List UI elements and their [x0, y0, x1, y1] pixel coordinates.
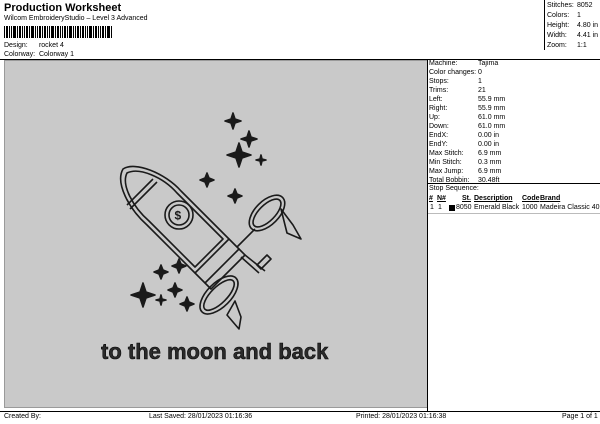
- col-header-code: Code: [522, 195, 540, 202]
- design-value: rocket 4: [38, 42, 64, 49]
- property-value: 0.00 in: [478, 132, 500, 139]
- property-value: 6.9 mm: [478, 168, 502, 175]
- svg-text:$: $: [175, 209, 182, 223]
- property-value: 61.0 mm: [478, 123, 506, 130]
- colorway-value: Colorway 1: [38, 51, 74, 58]
- property-value: 0.00 in: [478, 141, 500, 148]
- colorway-label: Colorway:: [4, 51, 36, 58]
- property-value: 6.9 mm: [478, 150, 502, 157]
- property-value: 1: [478, 78, 482, 85]
- col-header-num: #: [429, 195, 433, 202]
- created-by: Created By:: [4, 413, 41, 420]
- col-header-brand: Brand: [540, 195, 561, 202]
- property-label: Min Stitch:: [429, 159, 462, 166]
- col-header-n: N#: [437, 195, 446, 202]
- property-label: Color changes:: [429, 69, 477, 76]
- property-label: Trims:: [429, 87, 449, 94]
- property-label: Machine:: [429, 60, 458, 67]
- colorway-row: Colorway: Colorway 1: [4, 51, 74, 58]
- barcode-icon: [4, 26, 112, 38]
- row-num: 1: [430, 204, 434, 211]
- design-preview: $ to the moon and back: [4, 60, 428, 408]
- stop-sequence-heading: Stop Sequence:: [429, 185, 479, 192]
- row-code: 1000: [522, 204, 538, 211]
- property-label: Up:: [429, 114, 440, 121]
- property-value: 55.9 mm: [478, 96, 506, 103]
- property-value: 61.0 mm: [478, 114, 506, 121]
- property-label: Max Stitch:: [429, 150, 464, 157]
- property-value: 0: [478, 69, 482, 76]
- property-label: Max Jump:: [429, 168, 464, 175]
- property-label: Stops:: [429, 78, 449, 85]
- footer-divider: [0, 411, 600, 412]
- design-name-row: Design: rocket 4: [4, 42, 64, 49]
- row-brand: Madeira Classic 40: [540, 204, 600, 211]
- page-title: Production Worksheet: [4, 2, 122, 14]
- property-value: 55.9 mm: [478, 105, 506, 112]
- property-value: Tajima: [478, 60, 499, 67]
- row-stitches: 8050: [456, 204, 472, 211]
- property-label: Left:: [429, 96, 443, 103]
- color-swatch: [449, 205, 455, 211]
- row-description: Emerald Black: [474, 204, 520, 211]
- design-label: Design:: [4, 42, 28, 49]
- design-slogan-text: to the moon and back: [101, 339, 329, 365]
- col-header-stitches: St.: [462, 195, 471, 202]
- property-label: Down:: [429, 123, 449, 130]
- property-label: EndY:: [429, 141, 448, 148]
- props-divider: [427, 60, 428, 412]
- table-bottom-rule: [428, 213, 600, 214]
- software-subtitle: Wilcom EmbroideryStudio – Level 3 Advanc…: [4, 15, 148, 22]
- printed-date: Printed: 28/01/2023 01:16:38: [356, 413, 447, 420]
- property-value: 21: [478, 87, 486, 94]
- col-header-description: Description: [474, 195, 513, 202]
- page-number: Page 1 of 1: [562, 413, 598, 420]
- stop-seq-divider: [428, 183, 600, 184]
- row-n: 1: [438, 204, 442, 211]
- stats-divider: [544, 0, 545, 50]
- last-saved: Last Saved: 28/01/2023 01:16:36: [149, 413, 253, 420]
- property-label: EndX:: [429, 132, 449, 139]
- property-label: Right:: [429, 105, 448, 112]
- property-value: 0.3 mm: [478, 159, 502, 166]
